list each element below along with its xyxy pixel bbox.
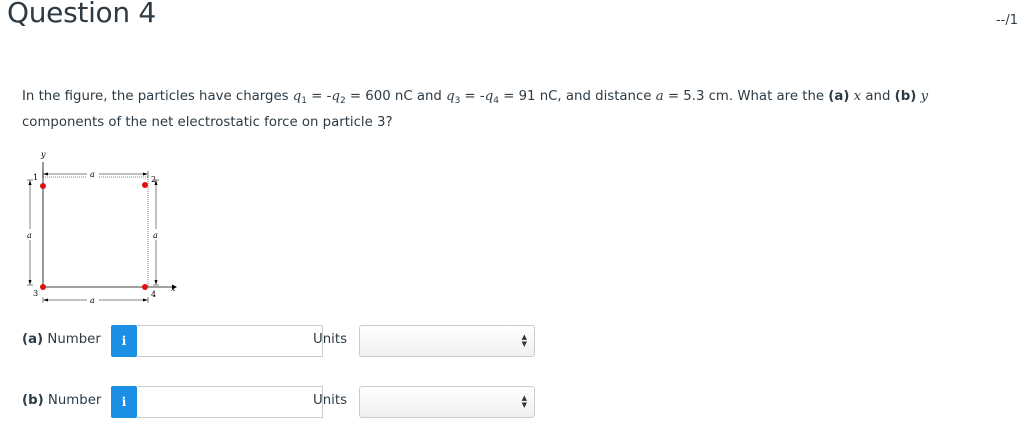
charge-square-figure: x y a a a a 1 2 3 4 — [27, 150, 177, 305]
y-axis-label: y — [40, 150, 46, 159]
particle-4 — [142, 284, 148, 290]
number-input-a[interactable] — [137, 325, 323, 357]
particle-1-label: 1 — [33, 173, 38, 182]
left-dim-bottom-arrow — [28, 280, 32, 285]
units-select-b[interactable]: ▲ ▼ — [359, 386, 535, 418]
question-title: Question 4 — [7, 0, 156, 29]
right-dimension-label: a — [153, 231, 158, 240]
info-icon[interactable]: i — [111, 386, 137, 418]
select-arrows-icon: ▲ ▼ — [521, 394, 527, 409]
left-dim-top-arrow — [28, 180, 32, 185]
select-arrows-icon: ▲ ▼ — [521, 333, 527, 348]
right-dim-bottom-arrow — [154, 280, 158, 285]
particle-3 — [40, 284, 46, 290]
bottom-dim-left-arrow — [43, 298, 48, 302]
bottom-dimension-label: a — [90, 296, 95, 305]
units-label-b: Units — [313, 393, 347, 408]
particle-2 — [142, 182, 148, 188]
question-text: In the figure, the particles have charge… — [22, 89, 929, 130]
answer-row-b: (b) Number i Units ▲ ▼ — [22, 386, 542, 418]
particle-4-label: 4 — [151, 290, 156, 299]
left-dimension-label: a — [27, 231, 32, 240]
units-select-a[interactable]: ▲ ▼ — [359, 325, 535, 357]
particle-1 — [40, 183, 46, 189]
units-label-a: Units — [313, 332, 347, 347]
top-dimension-label: a — [90, 170, 95, 179]
answer-label-b: (b) Number — [22, 393, 102, 408]
top-dim-right-arrow — [143, 172, 148, 176]
particle-3-label: 3 — [33, 289, 38, 298]
top-dim-left-arrow — [43, 172, 48, 176]
x-axis-label: x — [171, 284, 176, 293]
answer-label-a: (a) Number — [22, 332, 101, 347]
question-score: --/1 — [995, 13, 1018, 28]
info-icon[interactable]: i — [111, 325, 137, 357]
number-input-b[interactable] — [137, 386, 323, 418]
bottom-dim-right-arrow — [143, 298, 148, 302]
answer-row-a: (a) Number i Units ▲ ▼ — [22, 325, 542, 357]
particle-2-label: 2 — [151, 175, 156, 184]
